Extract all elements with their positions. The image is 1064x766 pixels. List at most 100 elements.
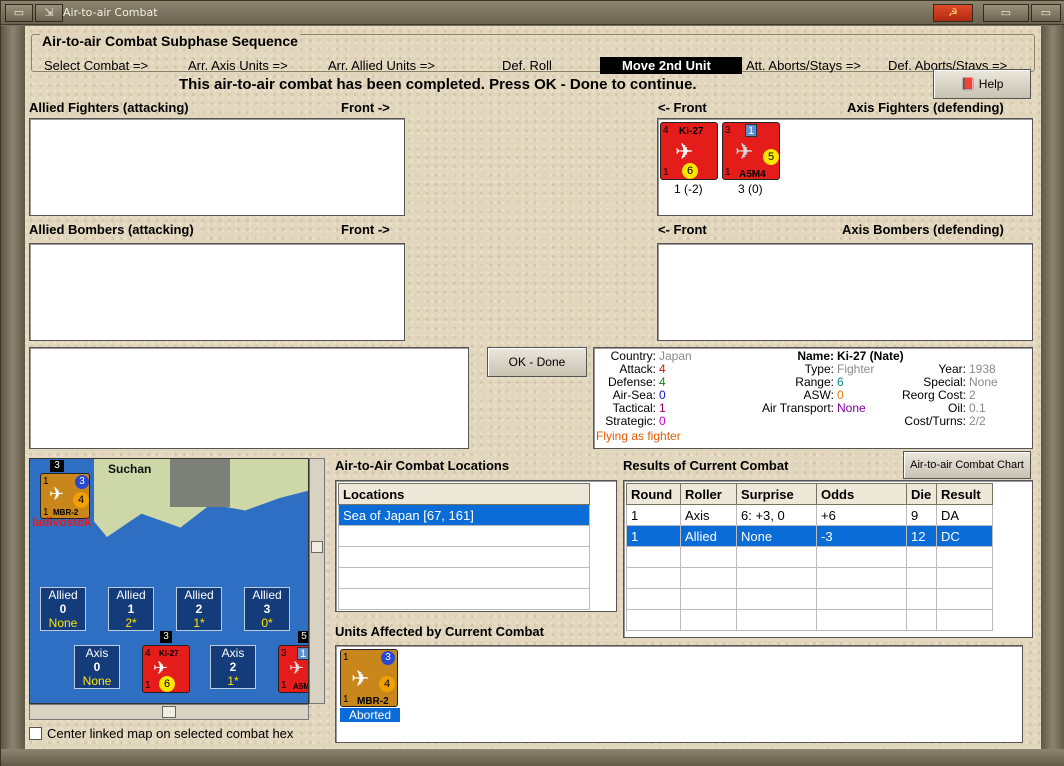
minimize-icon[interactable]: ▭	[983, 4, 1029, 22]
cell-die: 9	[906, 504, 937, 526]
cell-result: DC	[936, 525, 993, 547]
phase-arr-axis-units: Arr. Axis Units =>	[188, 58, 288, 73]
air-transport-label: Air Transport:	[761, 401, 834, 415]
plane-icon: ✈	[289, 658, 305, 678]
slot-sub: 0*	[261, 616, 273, 630]
allied-slot-3[interactable]: Allied 3 0*	[244, 587, 290, 631]
col-die: Die	[906, 483, 937, 505]
slot-number: 0	[93, 660, 101, 674]
axis-fighters-front: <- Front	[658, 100, 707, 115]
allied-slot-1[interactable]: Allied 1 2*	[108, 587, 154, 631]
slot-label: Axis	[85, 646, 109, 660]
axis-slot-2[interactable]: Axis 2 1*	[210, 645, 256, 689]
counter-name: A5M	[293, 682, 309, 691]
system-menu-icon[interactable]: ▭	[5, 4, 33, 22]
counter-defense: 1	[725, 167, 731, 178]
axis-bombers-front: <- Front	[658, 222, 707, 237]
axis-fighters-box: 4 Ki-27 ✈ 1 6 3 1 ✈ 5 1 A5M4 1 (-2) 3 (0…	[657, 118, 1033, 216]
linked-map[interactable]: Suchan 3 1 3 ✈ 4 1 MBR-2 ladivostok Alli…	[29, 458, 309, 704]
col-round: Round	[626, 483, 681, 505]
unit-info-panel: Country: Japan Attack: 4 Defense: 4 Air-…	[593, 347, 1033, 449]
allied-slot-0[interactable]: Allied 0 None	[40, 587, 86, 631]
cell-round: 1	[626, 525, 681, 547]
locations-header: Locations	[338, 483, 590, 505]
counter-attack: 1	[43, 476, 49, 487]
counter-attack: 4	[145, 648, 151, 659]
axis-fighters-label: Axis Fighters (defending)	[847, 100, 1004, 115]
counter-attack: 3	[281, 648, 287, 659]
unit-counter-a5m4[interactable]: 3 1 ✈ 5 1 A5M4	[722, 122, 780, 180]
cell-surprise: 6: +3, 0	[736, 504, 817, 526]
counter-defense: 1	[145, 680, 151, 691]
allied-bombers-front: Front ->	[341, 222, 390, 237]
cell-result: DA	[936, 504, 993, 526]
axis-bombers-box[interactable]	[657, 243, 1033, 341]
cell-die: 12	[906, 525, 937, 547]
flying-as-text: Flying as fighter	[596, 429, 681, 443]
scroll-thumb[interactable]	[311, 541, 323, 553]
mountain-terrain	[170, 459, 230, 507]
plane-icon: ✈	[675, 139, 694, 164]
slot-label: Axis	[221, 646, 245, 660]
axis-slot-0[interactable]: Axis 0 None	[74, 645, 120, 689]
close-icon[interactable]: ☭	[933, 4, 973, 22]
units-affected-title: Units Affected by Current Combat	[335, 624, 544, 639]
phase-arr-allied-units: Arr. Allied Units =>	[328, 58, 435, 73]
unit-counter-ki27[interactable]: 4 Ki-27 ✈ 1 6	[660, 122, 718, 180]
slot-sub: None	[48, 616, 78, 630]
range-badge: 4	[73, 492, 89, 508]
phase-def-roll: Def. Roll	[502, 58, 552, 73]
air-combat-chart-button[interactable]: Air-to-air Combat Chart	[903, 451, 1031, 479]
result-row[interactable]: 1 Axis 6: +3, 0 +6 9 DA	[626, 504, 993, 526]
counter-name: Ki-27	[679, 126, 704, 137]
map-counter-a5m[interactable]: 3 1 ✈ 1 A5M	[278, 645, 309, 693]
cost-label: Cost/Turns:	[904, 414, 966, 428]
allied-bombers-box[interactable]	[29, 243, 405, 341]
range-badge: 6	[159, 676, 175, 692]
col-surprise: Surprise	[736, 483, 817, 505]
empty-row	[338, 525, 590, 547]
results-title: Results of Current Combat	[623, 458, 789, 473]
phase-att-aborts: Att. Aborts/Stays =>	[746, 58, 861, 73]
slot-number: 1	[127, 602, 135, 616]
slot-sub: 1*	[227, 674, 239, 688]
subphase-title: Air-to-air Combat Subphase Sequence	[40, 33, 300, 49]
map-vertical-scrollbar[interactable]	[309, 458, 325, 704]
maximize-icon[interactable]: ▭	[1031, 4, 1061, 22]
help-button[interactable]: 📕 Help	[933, 69, 1031, 99]
counter-name: Ki-27	[159, 649, 179, 658]
map-counter-mbr2[interactable]: 1 3 ✈ 4 1 MBR-2	[40, 473, 90, 519]
counter-name: A5M4	[739, 169, 766, 180]
center-map-checkbox[interactable]	[29, 727, 42, 740]
restore-icon[interactable]: ⇲	[35, 4, 63, 22]
slot-number: 2	[195, 602, 203, 616]
location-row[interactable]: Sea of Japan [67, 161]	[338, 504, 590, 526]
cell-round: 1	[626, 504, 681, 526]
aborted-status: Aborted	[340, 708, 400, 722]
slot-label: Allied	[48, 588, 78, 602]
slot-number: 3	[263, 602, 271, 616]
subphase-sequence: Air-to-air Combat Subphase Sequence Sele…	[31, 33, 1035, 74]
ok-done-button[interactable]: OK - Done	[487, 347, 587, 377]
center-map-label: Center linked map on selected combat hex	[47, 726, 294, 741]
col-odds: Odds	[816, 483, 907, 505]
scroll-thumb[interactable]	[162, 706, 176, 718]
allied-slot-2[interactable]: Allied 2 1*	[176, 587, 222, 631]
location-cell: Sea of Japan [67, 161]	[338, 504, 590, 526]
locations-list: Locations Sea of Japan [67, 161]	[335, 480, 617, 612]
window-title: Air-to-air Combat	[63, 6, 158, 19]
map-counter-ki27[interactable]: 4 Ki-27 ✈ 1 6	[142, 645, 190, 693]
cost-value: 2/2	[969, 414, 986, 428]
stack-count: 5	[298, 631, 308, 643]
map-horizontal-scrollbar[interactable]	[29, 704, 309, 720]
help-book-icon: 📕	[960, 77, 976, 91]
allied-fighters-box[interactable]	[29, 118, 405, 216]
hex-stack-count: 3	[50, 460, 64, 472]
affected-counter-mbr2[interactable]: 1 3 ✈ 4 1 MBR-2	[340, 649, 398, 707]
result-row[interactable]: 1 Allied None -3 12 DC	[626, 525, 993, 547]
axis-bombers-label: Axis Bombers (defending)	[842, 222, 1004, 237]
allied-fighters-label: Allied Fighters (attacking)	[29, 100, 189, 115]
map-place-suchan: Suchan	[108, 462, 152, 476]
range-badge: 6	[682, 163, 698, 179]
results-panel: Round Roller Surprise Odds Die Result 1 …	[623, 480, 1033, 638]
